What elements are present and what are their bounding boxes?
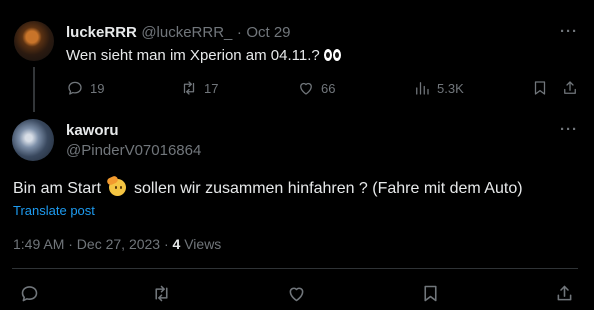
views-count: 5.3K bbox=[437, 80, 464, 96]
handle[interactable]: @luckeRRR_ bbox=[141, 24, 232, 41]
more-options-button[interactable]: ··· bbox=[560, 121, 578, 138]
share-icon bbox=[564, 81, 576, 94]
avatar-luckerrr[interactable] bbox=[14, 21, 54, 61]
quoted-tweet-text: Wen sieht man im Xperion am 04.11.? bbox=[66, 47, 342, 64]
reply-button[interactable] bbox=[19, 283, 46, 304]
display-name[interactable]: luckeRRR bbox=[66, 24, 137, 41]
reply-icon bbox=[68, 81, 82, 95]
repost-count: 17 bbox=[204, 80, 219, 96]
bookmark-icon bbox=[534, 81, 546, 95]
quoted-tweet-header: luckeRRR @luckeRRR_ · Oct 29 bbox=[66, 24, 291, 42]
like-button[interactable] bbox=[286, 283, 313, 304]
post-metadata: 1:49 AM · Dec 27, 2023 · 4 Views bbox=[13, 236, 221, 252]
timestamp[interactable]: 1:49 AM · Dec 27, 2023 · bbox=[13, 236, 169, 252]
like-button[interactable]: 66 bbox=[297, 79, 335, 97]
divider bbox=[12, 268, 578, 269]
reply-icon bbox=[21, 286, 38, 302]
views-label: Views bbox=[184, 236, 222, 252]
main-tweet-text: Bin am Start sollen wir zusammen hinfahr… bbox=[13, 175, 523, 198]
like-count: 66 bbox=[321, 80, 336, 96]
bookmark-button[interactable] bbox=[531, 79, 555, 97]
eyes-emoji-icon bbox=[323, 49, 342, 61]
thread-line bbox=[33, 67, 35, 112]
share-button[interactable] bbox=[561, 79, 585, 97]
repost-button[interactable] bbox=[151, 283, 178, 304]
repost-button[interactable]: 17 bbox=[180, 79, 218, 97]
share-button[interactable] bbox=[554, 283, 581, 304]
bookmark-icon bbox=[424, 285, 437, 302]
views-icon bbox=[416, 82, 429, 95]
like-icon bbox=[289, 287, 304, 302]
share-icon bbox=[557, 285, 572, 301]
repost-icon bbox=[183, 81, 195, 95]
reply-count: 19 bbox=[90, 80, 105, 96]
post-date[interactable]: Oct 29 bbox=[246, 24, 290, 41]
display-name[interactable]: kaworu bbox=[66, 122, 119, 139]
like-icon bbox=[300, 82, 312, 95]
tweet-text: Wen sieht man im Xperion am 04.11.? bbox=[66, 47, 320, 64]
tweet-text-part-2: sollen wir zusammen hinfahren ? (Fahre m… bbox=[133, 180, 523, 197]
tweet-text-part-1: Bin am Start bbox=[13, 180, 102, 197]
repost-icon bbox=[155, 285, 168, 302]
reply-button[interactable]: 19 bbox=[66, 79, 104, 97]
views-count: 4 bbox=[172, 236, 181, 252]
saluting-face-emoji-icon bbox=[106, 175, 127, 197]
separator: · bbox=[236, 24, 242, 41]
handle[interactable]: @PinderV07016864 bbox=[66, 142, 201, 159]
more-options-button[interactable]: ··· bbox=[560, 23, 578, 40]
translate-post-link[interactable]: Translate post bbox=[13, 203, 95, 218]
bookmark-button[interactable] bbox=[420, 283, 447, 304]
avatar-kaworu[interactable] bbox=[12, 119, 54, 161]
views-button[interactable]: 5.3K bbox=[413, 79, 464, 97]
